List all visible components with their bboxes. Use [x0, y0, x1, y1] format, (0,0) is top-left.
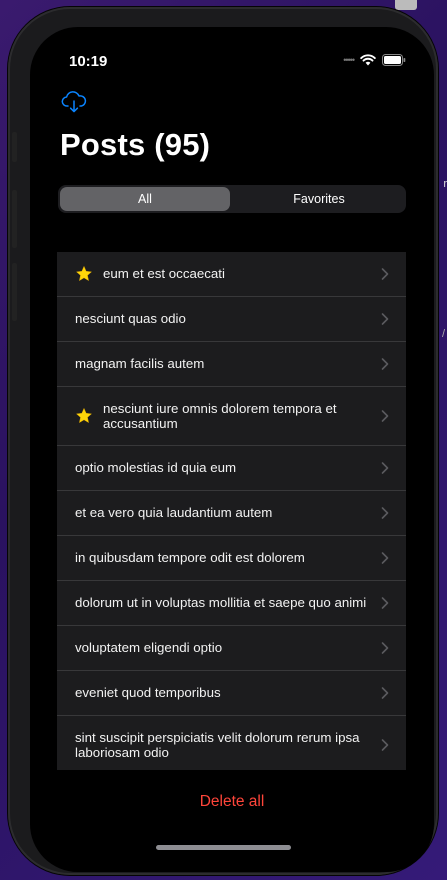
post-title: eum et est occaecati: [103, 266, 225, 282]
post-row[interactable]: magnam facilis autem: [57, 342, 406, 387]
chevron-right-icon: [381, 507, 389, 520]
background-window-edge: [395, 0, 417, 10]
chevron-right-icon: [381, 642, 389, 655]
chevron-right-icon: [381, 313, 389, 326]
chevron-right-icon: [381, 358, 389, 371]
star-icon: [75, 265, 93, 283]
post-title: et ea vero quia laudantium autem: [75, 505, 273, 521]
post-row[interactable]: eveniet quod temporibus: [57, 671, 406, 716]
chevron-right-icon: [381, 687, 389, 700]
phone-frame: 10:19 ••••• Posts (95) All Favorites eum…: [8, 7, 438, 875]
post-title: nesciunt quas odio: [75, 311, 186, 327]
post-row[interactable]: dolorum ut in voluptas mollitia et saepe…: [57, 581, 406, 626]
signal-dots-icon: •••••: [343, 55, 355, 65]
background-text-fragment: /: [441, 328, 445, 340]
delete-all-button[interactable]: Delete all: [30, 793, 434, 811]
post-row[interactable]: nesciunt quas odio: [57, 297, 406, 342]
mute-switch: [12, 132, 17, 162]
status-indicators: •••••: [343, 54, 406, 66]
battery-icon: [382, 54, 406, 66]
status-bar: 10:19 •••••: [30, 27, 434, 77]
post-row[interactable]: nesciunt iure omnis dolorem tempora et a…: [57, 387, 406, 446]
background-text-fragment: r: [443, 178, 447, 190]
post-row[interactable]: in quibusdam tempore odit est dolorem: [57, 536, 406, 581]
post-title: sint suscipit perspiciatis velit dolorum…: [75, 729, 360, 761]
post-title: dolorum ut in voluptas mollitia et saepe…: [75, 595, 367, 611]
post-title: in quibusdam tempore odit est dolorem: [75, 550, 305, 566]
chevron-right-icon: [381, 410, 389, 423]
post-row[interactable]: optio molestias id quia eum: [57, 446, 406, 491]
post-title: voluptatem eligendi optio: [75, 640, 223, 656]
chevron-right-icon: [381, 552, 389, 565]
home-indicator: [156, 845, 291, 850]
chevron-right-icon: [381, 597, 389, 610]
chevron-right-icon: [381, 462, 389, 475]
wifi-icon: [360, 54, 376, 66]
post-row[interactable]: eum et est occaecati: [57, 252, 406, 297]
filter-segmented-control: All Favorites: [58, 185, 406, 213]
star-icon: [75, 407, 93, 425]
cloud-download-icon[interactable]: [61, 91, 87, 113]
chevron-right-icon: [381, 739, 389, 752]
status-time: 10:19: [69, 53, 108, 70]
post-row[interactable]: voluptatem eligendi optio: [57, 626, 406, 671]
posts-list: eum et est occaecati nesciunt quas odio ma…: [57, 252, 406, 770]
post-title: nesciunt iure omnis dolorem tempora et a…: [103, 400, 337, 432]
segment-favorites[interactable]: Favorites: [234, 187, 404, 211]
post-title: magnam facilis autem: [75, 356, 205, 372]
post-title: optio molestias id quia eum: [75, 460, 237, 476]
chevron-right-icon: [381, 268, 389, 281]
post-title: eveniet quod temporibus: [75, 685, 221, 701]
post-row[interactable]: sint suscipit perspiciatis velit dolorum…: [57, 716, 406, 770]
page-title: Posts (95): [60, 127, 211, 162]
volume-up-button: [12, 190, 17, 248]
volume-down-button: [12, 263, 17, 321]
segment-all[interactable]: All: [60, 187, 230, 211]
app-screen: 10:19 ••••• Posts (95) All Favorites eum…: [30, 27, 434, 872]
post-row[interactable]: et ea vero quia laudantium autem: [57, 491, 406, 536]
